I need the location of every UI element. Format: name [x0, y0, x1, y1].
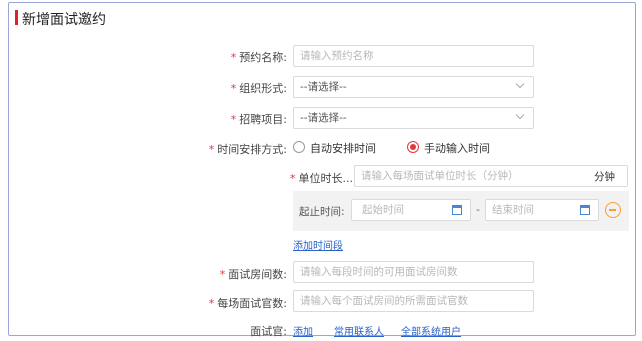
calendar-icon[interactable]	[580, 205, 590, 215]
calendar-icon[interactable]	[452, 205, 462, 215]
time-period-panel: 起止时间: 起始时间 - 结束时间	[293, 191, 629, 231]
add-period-link[interactable]: 添加时间段	[293, 237, 343, 252]
manual-schedule-radio[interactable]	[407, 141, 419, 153]
chevron-down-icon	[515, 110, 525, 120]
interviewers-count-label: * 每场面试官数:	[208, 297, 287, 310]
project-select[interactable]: --请选择--	[293, 107, 534, 129]
page-title: 新增面试邀约	[22, 12, 106, 28]
all-system-users-link[interactable]: 全部系统用户	[401, 323, 461, 338]
duration-input[interactable]: 请输入每场面试单位时长（分钟）	[354, 165, 628, 187]
start-time-input[interactable]: 起始时间	[351, 199, 471, 221]
title-accent-bar	[15, 10, 18, 25]
auto-schedule-radio[interactable]	[293, 141, 305, 153]
org-label: * 组织形式:	[230, 82, 287, 95]
interviewer-label: 面试官:	[250, 325, 287, 338]
auto-schedule-label[interactable]: 自动安排时间	[310, 140, 376, 156]
frequent-contacts-link[interactable]: 常用联系人	[334, 323, 384, 338]
add-interviewer-link[interactable]: 添加	[293, 323, 313, 338]
duration-label: * 单位时长...	[290, 172, 353, 185]
org-select[interactable]: --请选择--	[293, 76, 534, 98]
remove-period-icon[interactable]	[605, 202, 621, 218]
chevron-down-icon	[515, 79, 525, 89]
end-time-input[interactable]: 结束时间	[485, 199, 599, 221]
rooms-input[interactable]: 请输入每段时间的可用面试房间数	[293, 261, 534, 283]
schedule-label: * 时间安排方式:	[208, 143, 287, 156]
duration-unit: 分钟	[594, 171, 615, 183]
rooms-label: * 面试房间数:	[219, 268, 287, 281]
form-header: 新增面试邀约	[9, 3, 635, 33]
manual-schedule-label[interactable]: 手动输入时间	[424, 140, 490, 156]
interviewers-count-input[interactable]: 请输入每个面试房间的所需面试官数	[293, 290, 534, 312]
period-separator: -	[476, 203, 480, 216]
period-label: 起止时间:	[299, 206, 345, 218]
name-input[interactable]: 请输入预约名称	[293, 45, 534, 67]
project-label: * 招聘项目:	[230, 113, 287, 126]
form-frame: 新增面试邀约 * 预约名称: 请输入预约名称 * 组织形式: --请选择-- * 招聘…	[8, 2, 636, 338]
name-label: * 预约名称:	[230, 51, 287, 64]
